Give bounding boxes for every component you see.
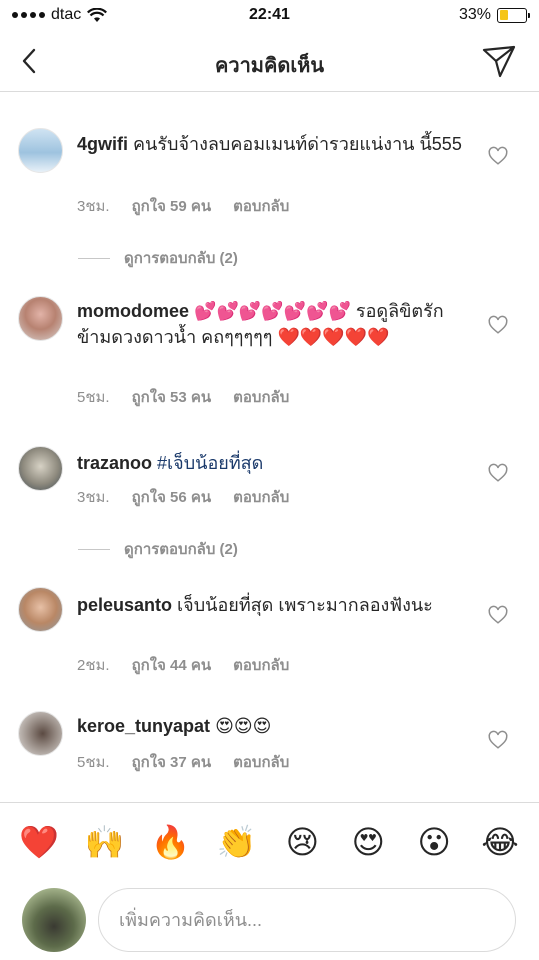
heart-icon[interactable]: [487, 729, 509, 751]
view-replies-button[interactable]: ดูการตอบกลับ (2): [78, 246, 238, 270]
emoji-laugh-button[interactable]: 😂: [478, 824, 522, 860]
view-replies-label: ดูการตอบกลับ (2): [124, 541, 238, 558]
comment-time: 3ชม.: [77, 489, 110, 506]
divider-line: [78, 257, 110, 259]
divider-line: [78, 548, 110, 550]
comment-time: 5ชม.: [77, 389, 110, 406]
comment-username[interactable]: peleusanto: [77, 595, 172, 615]
view-replies-label: ดูการตอบกลับ (2): [124, 250, 238, 267]
current-user-avatar: [22, 888, 86, 952]
reply-button[interactable]: ตอบกลับ: [233, 194, 289, 218]
comment-username[interactable]: momodomee: [77, 301, 189, 321]
comment-likes[interactable]: ถูกใจ 56 คน: [132, 485, 212, 509]
comment-text: keroe_tunyapat 😍😍😍: [77, 713, 467, 739]
battery-percent: 33%: [458, 6, 491, 23]
comment-composer: เพิ่มความคิดเห็น...: [0, 880, 539, 960]
heart-icon[interactable]: [487, 462, 509, 484]
emoji-quick-bar: ❤️ 🙌 🔥 👏 😢 😍 😮 😂: [0, 802, 539, 880]
reply-button[interactable]: ตอบกลับ: [233, 485, 289, 509]
comment-time: 3ชม.: [77, 198, 110, 215]
hashtag-link[interactable]: #เจ็บน้อยที่สุด: [157, 453, 263, 473]
comment-username[interactable]: 4gwifi: [77, 134, 128, 154]
comment-username[interactable]: trazanoo: [77, 453, 152, 473]
page-title: ความคิดเห็น: [214, 55, 325, 77]
emoji-surprised-button[interactable]: 😮: [412, 824, 456, 860]
comment-meta: 3ชม. ถูกใจ 56 คน ตอบกลับ: [77, 485, 289, 509]
reply-button[interactable]: ตอบกลับ: [233, 750, 289, 774]
avatar[interactable]: [18, 446, 63, 491]
status-bar: dtac 22:41 33%: [0, 0, 539, 32]
reply-button[interactable]: ตอบกลับ: [233, 653, 289, 677]
emoji-fire-button[interactable]: 🔥: [149, 824, 193, 860]
comment-likes[interactable]: ถูกใจ 37 คน: [132, 750, 212, 774]
comment-text: peleusanto เจ็บน้อยที่สุด เพราะมากลองฟังน…: [77, 592, 467, 618]
view-replies-button[interactable]: ดูการตอบกลับ (2): [78, 537, 238, 561]
avatar[interactable]: [18, 296, 63, 341]
heart-icon[interactable]: [487, 604, 509, 626]
comment-text: trazanoo #เจ็บน้อยที่สุด: [77, 450, 467, 476]
heart-icon[interactable]: [487, 145, 509, 167]
comment-likes[interactable]: ถูกใจ 53 คน: [132, 385, 212, 409]
emoji-cry-button[interactable]: 😢: [280, 824, 324, 860]
comment-message: เจ็บน้อยที่สุด เพราะมากลองฟังนะ: [177, 595, 433, 615]
battery-fill: [499, 10, 508, 20]
emoji-raised-hands-button[interactable]: 🙌: [83, 824, 127, 860]
header-bar: ความคิดเห็น: [0, 32, 539, 92]
comment-meta: 5ชม. ถูกใจ 53 คน ตอบกลับ: [77, 385, 289, 409]
avatar[interactable]: [18, 711, 63, 756]
status-right: 33%: [458, 6, 530, 24]
comment-time: 5ชม.: [77, 754, 110, 771]
battery-icon: [497, 7, 530, 23]
comment-username[interactable]: keroe_tunyapat: [77, 716, 210, 736]
paper-plane-icon[interactable]: [481, 43, 517, 79]
reply-button[interactable]: ตอบกลับ: [233, 385, 289, 409]
comment-likes[interactable]: ถูกใจ 59 คน: [132, 194, 212, 218]
emoji-heart-button[interactable]: ❤️: [17, 824, 61, 860]
comment-message: 😍😍😍: [215, 716, 272, 736]
emoji-heart-eyes-button[interactable]: 😍: [346, 824, 390, 860]
comment-time: 2ชม.: [77, 657, 110, 674]
comment-likes[interactable]: ถูกใจ 44 คน: [132, 653, 212, 677]
comment-text: momodomee 💕💕💕💕💕💕💕 รอดูลิขิตรักข้ามดวงดาวน…: [77, 298, 457, 350]
comment-text: 4gwifi คนรับจ้างลบคอมเมนท์ด่ารวยแน่งาน นี…: [77, 131, 467, 157]
avatar[interactable]: [18, 587, 63, 632]
comment-input[interactable]: เพิ่มความคิดเห็น...: [98, 888, 516, 952]
comment-meta: 2ชม. ถูกใจ 44 คน ตอบกลับ: [77, 653, 289, 677]
comment-message: คนรับจ้างลบคอมเมนท์ด่ารวยแน่งาน นี้555: [133, 134, 462, 154]
emoji-clap-button[interactable]: 👏: [215, 824, 259, 860]
comment-meta: 3ชม. ถูกใจ 59 คน ตอบกลับ: [77, 194, 289, 218]
avatar[interactable]: [18, 128, 63, 173]
heart-icon[interactable]: [487, 314, 509, 336]
comment-meta: 5ชม. ถูกใจ 37 คน ตอบกลับ: [77, 750, 289, 774]
